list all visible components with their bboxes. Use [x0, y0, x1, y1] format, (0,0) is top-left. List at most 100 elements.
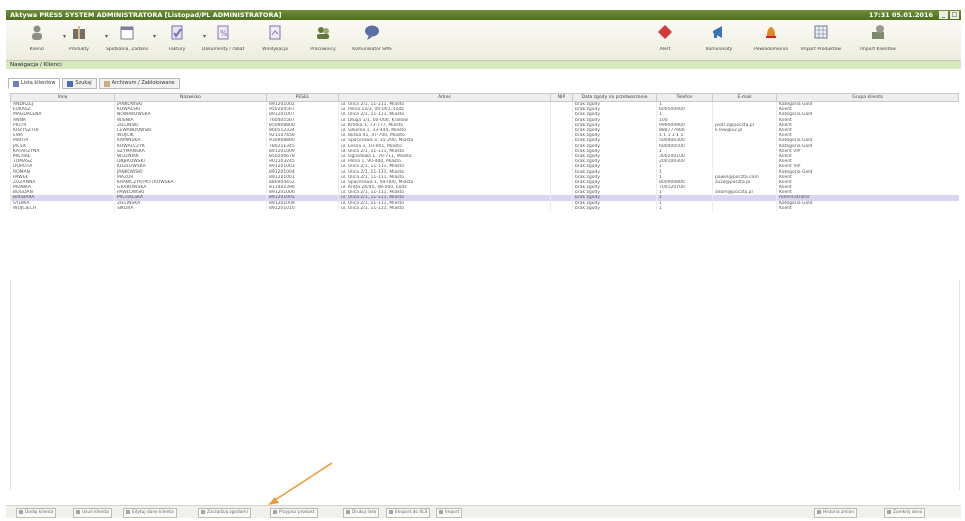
breadcrumb-text: Nawigacja / Klienci — [10, 62, 62, 68]
tab-label: Archiwum / Zablokowane — [111, 80, 175, 86]
column-header[interactable]: Nazwisko — [114, 93, 267, 102]
diamond-icon — [658, 25, 672, 39]
toolbar-raporty-button[interactable]: Windykacja — [254, 23, 296, 58]
archive-icon — [103, 80, 110, 87]
toolbar-ustawienia-button[interactable]: Import Klientów — [857, 23, 899, 58]
column-header[interactable]: Adres — [338, 93, 551, 102]
tab-2[interactable]: Archiwum / Zablokowane — [98, 78, 180, 89]
table-cell: ul. Ulica 2/1, 11-111, Miasto — [338, 205, 551, 211]
tab-label: Lista klientów — [21, 80, 56, 86]
report-icon — [269, 25, 281, 40]
toolbar-label: Alert — [659, 47, 671, 52]
print-icon — [346, 509, 350, 514]
calendar-icon — [120, 26, 134, 40]
action-label: Eksport do XLS — [395, 510, 428, 515]
table-header: Imię Nazwisko PESEL Adres NIP Data zgody na p… — [10, 93, 959, 102]
megaphone-icon — [713, 26, 722, 38]
table-body: ANDRZEJ JANKOWSKI 891201002 ul. Ulica 2/1, … — [10, 101, 959, 211]
action-label: Zamknij okno — [893, 510, 923, 515]
bell-icon — [766, 27, 776, 38]
action-label: Drukuj listę — [352, 510, 377, 515]
chat-icon — [365, 25, 379, 40]
action-label: Usuń klienta — [82, 510, 109, 515]
svg-text:%: % — [220, 29, 228, 38]
toolbar-label: Import Produktów — [800, 47, 842, 52]
clients-grid: Imię Nazwisko PESEL Adres NIP Data zgody na p… — [10, 93, 959, 211]
toolbar-wiadomosci-button[interactable]: Komunikaty — [698, 23, 740, 58]
table-cell: SIKORA — [114, 205, 267, 211]
toolbar-alert-button[interactable]: Alert — [644, 23, 686, 58]
column-header[interactable]: Grupa klienta — [776, 93, 959, 102]
column-header[interactable]: NIP — [550, 93, 573, 102]
import-icon — [439, 509, 443, 514]
action-label: Przypisz produkt — [279, 510, 315, 515]
minus-icon — [76, 509, 80, 514]
title-bar: Aktywa PRESS SYSTEM ADMINISTRATORA [List… — [6, 10, 961, 20]
toolbar-faktury-button[interactable]: Faktury ▾ — [156, 23, 206, 58]
toolbar-powiadomienia-button[interactable]: Powiadomienia — [750, 23, 792, 58]
action-label: Import — [445, 510, 460, 515]
table-cell: 891201010 — [266, 205, 339, 211]
action-label: Edytuj dane klienta — [132, 510, 174, 515]
edit-icon — [126, 509, 130, 514]
tab-0[interactable]: Lista klientów — [8, 78, 61, 89]
link-icon — [273, 509, 277, 514]
toolbar-klienci-button[interactable]: Klienci ▾ — [16, 23, 66, 58]
toolbar-kalendarz-button[interactable]: Spotkania, Zadania ▾ — [106, 23, 156, 58]
toolbar-label: Windykacja — [262, 47, 288, 52]
percent-doc-icon: % — [217, 25, 229, 40]
excel-icon — [389, 509, 393, 514]
action-button-6[interactable]: Eksport do XLS — [386, 508, 431, 518]
action-button-0[interactable]: Dodaj klienta — [16, 508, 57, 518]
toolbar-produkty-button[interactable]: Produkty ▾ — [58, 23, 108, 58]
toolbar-label: Komunikator SMS — [352, 47, 392, 52]
action-button-4[interactable]: Przypisz produkt — [270, 508, 318, 518]
settings-icon — [872, 25, 884, 39]
column-header[interactable]: Data zgody na przetwarzanie — [572, 93, 657, 102]
column-header[interactable]: Imię — [10, 93, 115, 102]
toolbar-label: Komunikaty — [705, 47, 733, 52]
search-icon — [67, 80, 74, 87]
toolbar-dokumenty-button[interactable]: % Dokumenty / rabaty — [202, 23, 244, 58]
check-icon — [201, 509, 205, 514]
tab-label: Szukaj — [75, 80, 92, 86]
table-cell: WOJCIECH — [10, 205, 115, 211]
column-header[interactable]: PESEL — [266, 93, 339, 102]
toolbar-komunikator-button[interactable]: Komunikator SMS — [351, 23, 393, 58]
history-icon — [817, 509, 821, 514]
toolbar-import-button[interactable]: Import Produktów — [800, 23, 842, 58]
column-header[interactable]: E-mail — [712, 93, 777, 102]
toolbar-label: Powiadomienia — [754, 47, 788, 52]
maximize-button[interactable]: □ — [950, 11, 959, 19]
spreadsheet-icon — [814, 25, 828, 39]
toolbar-label: Klienci — [29, 47, 45, 52]
action-button-1[interactable]: Usuń klienta — [73, 508, 112, 518]
clock: 17:31 05.01.2016 — [868, 11, 933, 19]
toolbar-label: Spotkania, Zadania — [106, 47, 148, 52]
action-button-5[interactable]: Drukuj listę — [343, 508, 380, 518]
action-button-8[interactable]: Historia zmian — [814, 508, 857, 518]
action-label: Historia zmian — [823, 510, 854, 515]
window-title: Aktywa PRESS SYSTEM ADMINISTRATORA [List… — [10, 11, 282, 19]
users-icon — [317, 27, 329, 39]
toolbar-label: Pracownicy — [310, 47, 336, 52]
table-row[interactable]: WOJCIECH SIKORA 891201010 ul. Ulica 2/1, 11… — [10, 205, 959, 211]
action-button-9[interactable]: Zamknij okno — [884, 508, 926, 518]
people-icon — [32, 25, 42, 40]
toolbar-pracownicy-button[interactable]: Pracownicy — [302, 23, 344, 58]
user-icon — [13, 80, 19, 87]
action-button-7[interactable]: Import — [436, 508, 463, 518]
gift-icon — [73, 26, 85, 39]
action-label: Zarządzaj zgodami — [207, 510, 248, 515]
action-label: Dodaj klienta — [25, 510, 54, 515]
grid-empty-area — [10, 280, 960, 490]
action-button-2[interactable]: Edytuj dane klienta — [123, 508, 177, 518]
toolbar-ribbon: Klienci ▾ Produkty ▾ Spotkania, Zadania ▾ Fakt… — [6, 20, 961, 61]
breadcrumb: Nawigacja / Klienci — [6, 61, 961, 69]
action-button-3[interactable]: Zarządzaj zgodami — [198, 508, 251, 518]
toolbar-label: Produkty — [69, 47, 89, 52]
minimize-button[interactable]: _ — [939, 11, 948, 19]
tab-1[interactable]: Szukaj — [62, 78, 97, 89]
app-window: Aktywa PRESS SYSTEM ADMINISTRATORA [List… — [0, 0, 965, 521]
column-header[interactable]: Telefon — [656, 93, 713, 102]
